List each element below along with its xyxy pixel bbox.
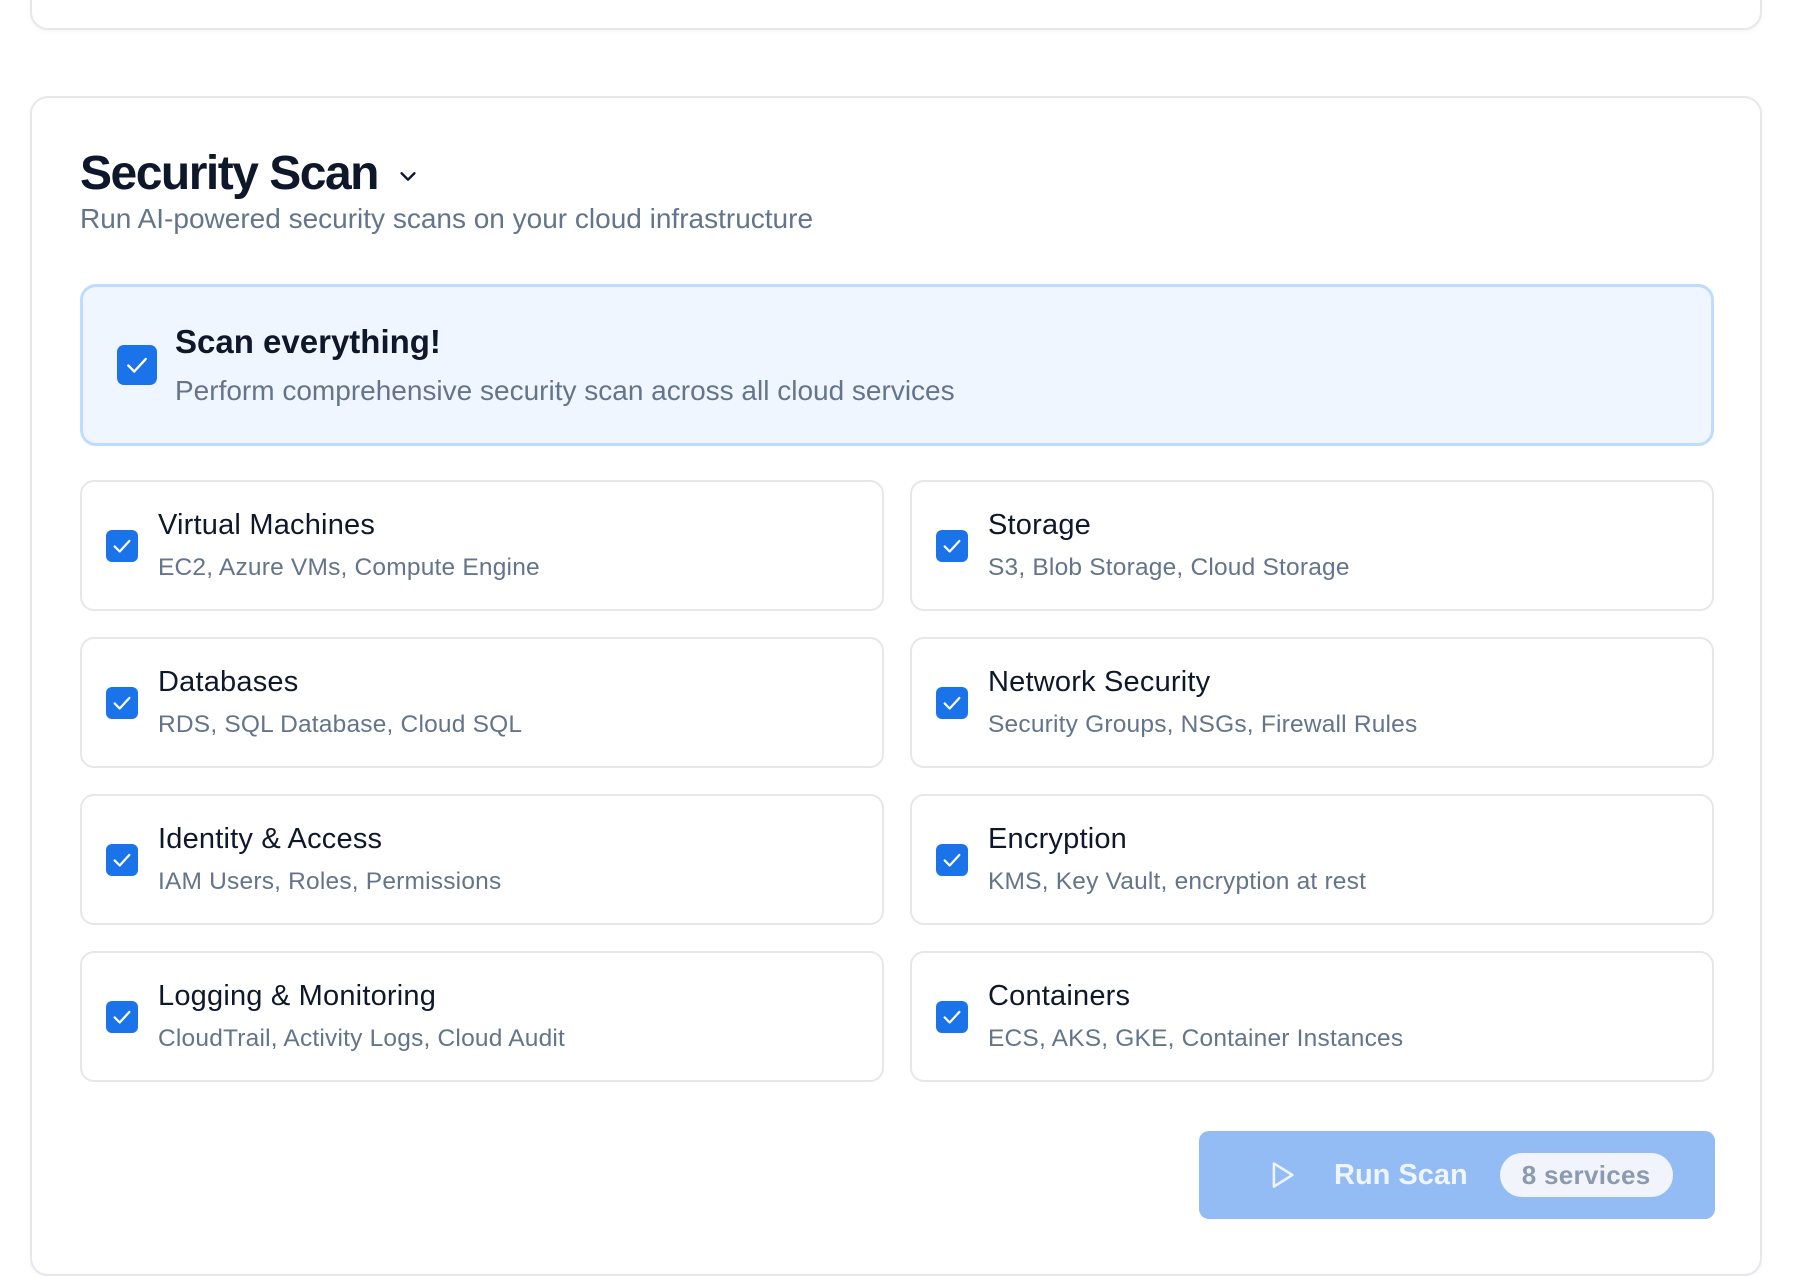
services-grid: Virtual Machines EC2, Azure VMs, Compute… bbox=[80, 480, 1714, 1082]
service-description: CloudTrail, Activity Logs, Cloud Audit bbox=[158, 1025, 566, 1052]
scan-everything-checkbox[interactable] bbox=[117, 345, 157, 385]
service-option-logging-monitoring[interactable]: Logging & Monitoring CloudTrail, Activit… bbox=[80, 951, 884, 1082]
service-checkbox[interactable] bbox=[936, 1000, 968, 1033]
service-text: Encryption KMS, Key Vault, encryption at… bbox=[988, 823, 1366, 896]
scan-everything-option[interactable]: Scan everything! Perform comprehensive s… bbox=[80, 284, 1714, 446]
service-label: Network Security bbox=[988, 666, 1211, 698]
service-text: Containers ECS, AKS, GKE, Container Inst… bbox=[988, 980, 1403, 1053]
service-text: Storage S3, Blob Storage, Cloud Storage bbox=[988, 509, 1350, 582]
service-option-identity-access[interactable]: Identity & Access IAM Users, Roles, Perm… bbox=[80, 794, 884, 925]
service-description: IAM Users, Roles, Permissions bbox=[158, 868, 502, 895]
check-icon bbox=[113, 1010, 131, 1024]
service-description: KMS, Key Vault, encryption at rest bbox=[988, 868, 1367, 895]
check-icon bbox=[127, 357, 147, 373]
service-option-virtual-machines[interactable]: Virtual Machines EC2, Azure VMs, Compute… bbox=[80, 480, 884, 611]
service-checkbox[interactable] bbox=[936, 529, 968, 562]
service-label: Virtual Machines bbox=[158, 509, 376, 541]
check-icon bbox=[113, 853, 131, 867]
service-text: Identity & Access IAM Users, Roles, Perm… bbox=[158, 823, 501, 896]
service-label: Logging & Monitoring bbox=[158, 980, 437, 1012]
service-label: Containers bbox=[988, 980, 1131, 1012]
service-text: Virtual Machines EC2, Azure VMs, Compute… bbox=[158, 509, 540, 582]
section-subtitle: Run AI-powered security scans on your cl… bbox=[80, 203, 814, 234]
service-description: RDS, SQL Database, Cloud SQL bbox=[158, 711, 523, 738]
service-checkbox[interactable] bbox=[106, 843, 138, 876]
scan-everything-text: Scan everything! Perform comprehensive s… bbox=[175, 323, 955, 407]
services-count-badge: 8 services bbox=[1499, 1153, 1673, 1197]
chevron-down-icon[interactable] bbox=[396, 164, 420, 188]
run-scan-label: Run Scan bbox=[1334, 1158, 1468, 1191]
service-label: Databases bbox=[158, 666, 299, 698]
service-label: Storage bbox=[988, 509, 1091, 541]
service-text: Databases RDS, SQL Database, Cloud SQL bbox=[158, 666, 522, 739]
service-option-storage[interactable]: Storage S3, Blob Storage, Cloud Storage bbox=[910, 480, 1714, 611]
service-option-containers[interactable]: Containers ECS, AKS, GKE, Container Inst… bbox=[910, 951, 1714, 1082]
service-option-encryption[interactable]: Encryption KMS, Key Vault, encryption at… bbox=[910, 794, 1714, 925]
service-label: Encryption bbox=[988, 823, 1128, 855]
service-option-network-security[interactable]: Network Security Security Groups, NSGs, … bbox=[910, 637, 1714, 768]
section-header: Security Scan Run AI-powered security sc… bbox=[80, 145, 813, 235]
play-icon bbox=[1267, 1160, 1297, 1190]
service-checkbox[interactable] bbox=[106, 686, 138, 719]
section-title: Security Scan bbox=[80, 146, 379, 200]
title-row: Security Scan bbox=[80, 145, 813, 201]
service-description: S3, Blob Storage, Cloud Storage bbox=[988, 554, 1350, 581]
service-text: Logging & Monitoring CloudTrail, Activit… bbox=[158, 980, 565, 1053]
service-label: Identity & Access bbox=[158, 823, 383, 855]
scan-everything-description: Perform comprehensive security scan acro… bbox=[175, 375, 955, 406]
run-scan-button[interactable]: Run Scan 8 services bbox=[1199, 1131, 1715, 1219]
check-icon bbox=[943, 696, 961, 710]
previous-card bbox=[30, 0, 1762, 30]
service-description: ECS, AKS, GKE, Container Instances bbox=[988, 1025, 1404, 1052]
check-icon bbox=[943, 1010, 961, 1024]
check-icon bbox=[943, 853, 961, 867]
check-icon bbox=[113, 696, 131, 710]
service-text: Network Security Security Groups, NSGs, … bbox=[988, 666, 1417, 739]
check-icon bbox=[113, 539, 131, 553]
scan-everything-label: Scan everything! bbox=[175, 323, 441, 360]
service-checkbox[interactable] bbox=[936, 686, 968, 719]
service-checkbox[interactable] bbox=[106, 1000, 138, 1033]
service-description: Security Groups, NSGs, Firewall Rules bbox=[988, 711, 1418, 738]
service-checkbox[interactable] bbox=[936, 843, 968, 876]
check-icon bbox=[943, 539, 961, 553]
service-checkbox[interactable] bbox=[106, 529, 138, 562]
service-description: EC2, Azure VMs, Compute Engine bbox=[158, 554, 540, 581]
service-option-databases[interactable]: Databases RDS, SQL Database, Cloud SQL bbox=[80, 637, 884, 768]
